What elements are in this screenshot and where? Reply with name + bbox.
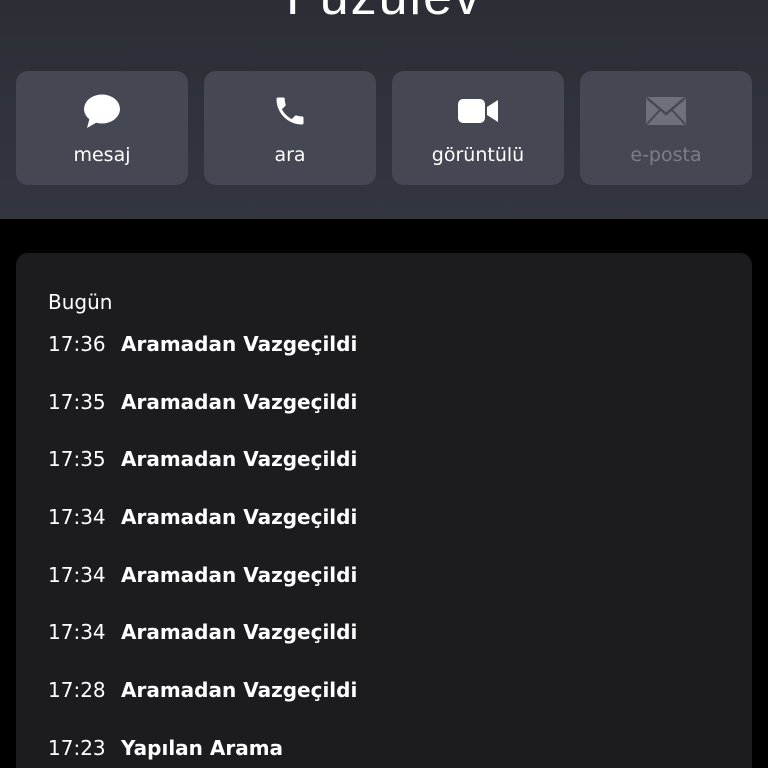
call-status: Aramadan Vazgeçildi bbox=[121, 562, 358, 587]
call-status: Aramadan Vazgeçildi bbox=[121, 332, 358, 356]
call-history-list: 17:36 Aramadan Vazgeçildi 17:35 Aramadan… bbox=[48, 331, 728, 768]
call-status: Aramadan Vazgeçildi bbox=[121, 389, 358, 414]
call-history-row: 17:28 Aramadan Vazgeçildi bbox=[48, 677, 728, 735]
call-status: Yapılan Arama bbox=[121, 735, 284, 760]
call-button[interactable]: ara bbox=[204, 71, 376, 185]
video-call-button-label: görüntülü bbox=[431, 144, 525, 166]
quick-actions-bar: mesaj ara görüntülü e-posta bbox=[16, 71, 752, 185]
call-time: 17:35 bbox=[48, 447, 106, 472]
message-button[interactable]: mesaj bbox=[16, 71, 188, 185]
call-status: Aramadan Vazgeçildi bbox=[121, 447, 358, 472]
call-time: 17:34 bbox=[48, 505, 106, 530]
video-camera-icon bbox=[392, 93, 564, 133]
call-history-heading: Bugün bbox=[48, 290, 113, 314]
call-history-card: Bugün 17:36 Aramadan Vazgeçildi 17:35 Ar… bbox=[16, 253, 752, 768]
video-call-button[interactable]: görüntülü bbox=[392, 71, 564, 185]
call-status: Aramadan Vazgeçildi bbox=[121, 620, 358, 645]
call-status: Aramadan Vazgeçildi bbox=[121, 505, 358, 530]
call-time: 17:28 bbox=[48, 678, 106, 703]
contact-header: Fuzulev mesaj ara bbox=[0, 0, 768, 219]
call-time: 17:34 bbox=[48, 620, 106, 645]
call-history-row: 17:34 Aramadan Vazgeçildi bbox=[48, 619, 728, 677]
call-history-row: 17:34 Aramadan Vazgeçildi bbox=[48, 504, 728, 562]
call-history-row: 17:35 Aramadan Vazgeçildi bbox=[48, 389, 728, 447]
phone-icon bbox=[204, 93, 376, 133]
email-button[interactable]: e-posta bbox=[580, 71, 752, 185]
call-time: 17:36 bbox=[48, 332, 106, 356]
email-button-label: e-posta bbox=[630, 144, 702, 166]
call-time: 17:34 bbox=[48, 562, 106, 587]
call-history-row: 17:35 Aramadan Vazgeçildi bbox=[48, 446, 728, 504]
call-status: Aramadan Vazgeçildi bbox=[121, 678, 358, 703]
call-time: 17:23 bbox=[48, 735, 106, 760]
message-button-label: mesaj bbox=[73, 144, 131, 166]
call-time: 17:35 bbox=[48, 389, 106, 414]
call-history-row: 17:23 Yapılan Arama bbox=[48, 735, 728, 768]
envelope-icon bbox=[580, 93, 752, 133]
message-bubble-icon bbox=[16, 93, 188, 133]
contact-detail-screen: Fuzulev mesaj ara bbox=[0, 0, 768, 768]
call-history-row: 17:36 Aramadan Vazgeçildi bbox=[48, 331, 728, 389]
contact-name: Fuzulev bbox=[0, 0, 768, 27]
call-button-label: ara bbox=[274, 144, 306, 166]
call-history-row: 17:34 Aramadan Vazgeçildi bbox=[48, 562, 728, 620]
